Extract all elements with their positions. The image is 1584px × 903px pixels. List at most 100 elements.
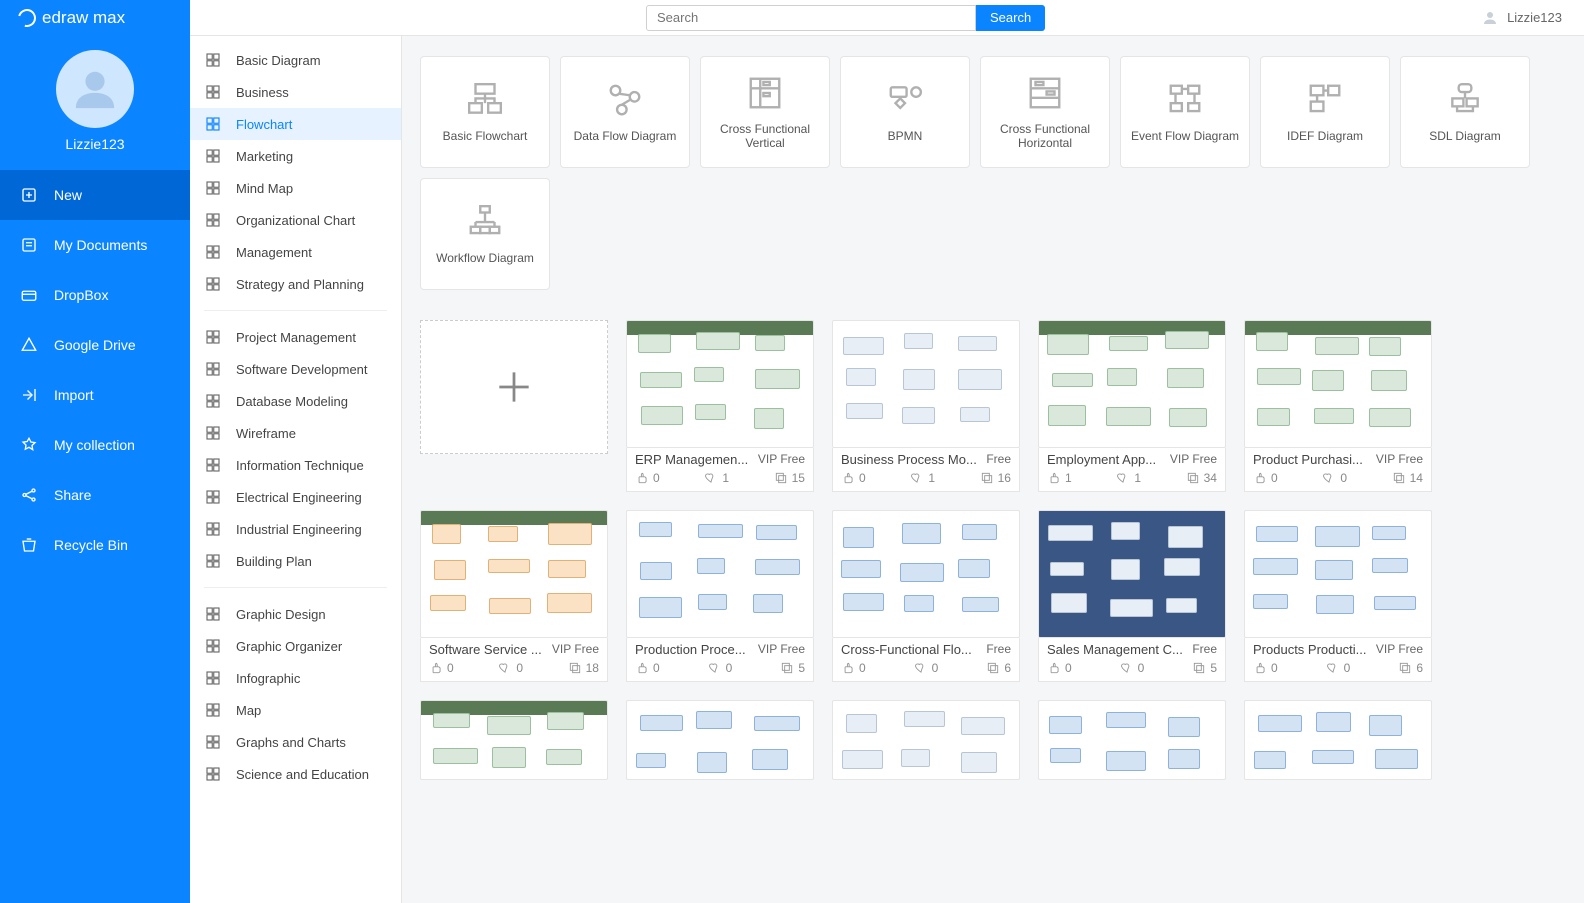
favorite-button[interactable]: 0 (1326, 661, 1351, 675)
nav-label: Import (54, 387, 94, 403)
category-science-and-education[interactable]: Science and Education (190, 758, 401, 790)
category-graphic-design[interactable]: Graphic Design (190, 598, 401, 630)
like-button[interactable]: 0 (635, 471, 660, 485)
category-graphic-organizer[interactable]: Graphic Organizer (190, 630, 401, 662)
category-project-management[interactable]: Project Management (190, 321, 401, 353)
diagram-type-cross-functional-vertical[interactable]: Cross Functional Vertical (700, 56, 830, 168)
template-thumbnail[interactable] (420, 510, 608, 638)
nav-dropbox[interactable]: DropBox (0, 270, 190, 320)
copy-button[interactable]: 5 (1192, 661, 1217, 675)
new-blank-button[interactable] (420, 320, 608, 454)
category-label: Graphic Organizer (236, 639, 342, 654)
like-button[interactable]: 0 (1253, 471, 1278, 485)
diagram-type-cross-functional-horizontal[interactable]: Cross Functional Horizontal (980, 56, 1110, 168)
category-infographic[interactable]: Infographic (190, 662, 401, 694)
nav-icon (20, 286, 38, 304)
category-mind-map[interactable]: Mind Map (190, 172, 401, 204)
template-thumbnail[interactable] (1038, 700, 1226, 780)
category-building-plan[interactable]: Building Plan (190, 545, 401, 577)
nav-my-collection[interactable]: My collection (0, 420, 190, 470)
template-thumbnail[interactable] (1244, 700, 1432, 780)
like-button[interactable]: 0 (841, 471, 866, 485)
template-thumbnail[interactable] (832, 700, 1020, 780)
category-industrial-engineering[interactable]: Industrial Engineering (190, 513, 401, 545)
thumbs-up-icon (635, 471, 649, 485)
category-icon (204, 765, 222, 783)
category-database-modeling[interactable]: Database Modeling (190, 385, 401, 417)
diagram-type-event-flow-diagram[interactable]: Event Flow Diagram (1120, 56, 1250, 168)
diagram-type-label: SDL Diagram (1429, 129, 1501, 143)
copy-button[interactable]: 18 (568, 661, 599, 675)
diagram-type-bpmn[interactable]: BPMN (840, 56, 970, 168)
copy-button[interactable]: 5 (780, 661, 805, 675)
template-title: Cross-Functional Flo... (841, 642, 980, 657)
like-button[interactable]: 0 (1047, 661, 1072, 675)
diagram-type-label: Workflow Diagram (436, 251, 534, 265)
category-map[interactable]: Map (190, 694, 401, 726)
diagram-type-idef-diagram[interactable]: IDEF Diagram (1260, 56, 1390, 168)
user-area[interactable]: Lizzie123 (1481, 9, 1562, 27)
template-thumbnail[interactable] (626, 510, 814, 638)
template-info: Product Purchasi... VIP Free 0 0 14 (1244, 448, 1432, 492)
category-marketing[interactable]: Marketing (190, 140, 401, 172)
like-button[interactable]: 0 (635, 661, 660, 675)
app-logo[interactable]: edraw max (0, 0, 190, 36)
template-thumbnail[interactable] (832, 320, 1020, 448)
search-input[interactable] (646, 5, 976, 31)
category-business[interactable]: Business (190, 76, 401, 108)
diagram-type-sdl-diagram[interactable]: SDL Diagram (1400, 56, 1530, 168)
category-wireframe[interactable]: Wireframe (190, 417, 401, 449)
favorite-button[interactable]: 0 (1322, 471, 1347, 485)
favorite-button[interactable]: 0 (914, 661, 939, 675)
template-thumbnail[interactable] (626, 320, 814, 448)
template-card: Business Process Mo... Free 0 1 16 (832, 320, 1020, 492)
favorite-button[interactable]: 0 (708, 661, 733, 675)
category-software-development[interactable]: Software Development (190, 353, 401, 385)
category-basic-diagram[interactable]: Basic Diagram (190, 44, 401, 76)
favorite-button[interactable]: 1 (1116, 471, 1141, 485)
diagram-type-basic-flowchart[interactable]: Basic Flowchart (420, 56, 550, 168)
search-button[interactable]: Search (976, 5, 1045, 31)
like-button[interactable]: 1 (1047, 471, 1072, 485)
template-thumbnail[interactable] (1244, 320, 1432, 448)
favorite-count: 0 (1340, 471, 1347, 485)
profile-avatar[interactable] (56, 50, 134, 128)
category-graphs-and-charts[interactable]: Graphs and Charts (190, 726, 401, 758)
diagram-type-data-flow-diagram[interactable]: Data Flow Diagram (560, 56, 690, 168)
nav-new[interactable]: New (0, 170, 190, 220)
template-thumbnail[interactable] (832, 510, 1020, 638)
copy-button[interactable]: 6 (986, 661, 1011, 675)
nav-google-drive[interactable]: Google Drive (0, 320, 190, 370)
template-thumbnail[interactable] (420, 700, 608, 780)
template-thumbnail[interactable] (626, 700, 814, 780)
category-management[interactable]: Management (190, 236, 401, 268)
like-button[interactable]: 0 (429, 661, 454, 675)
nav-share[interactable]: Share (0, 470, 190, 520)
copy-button[interactable]: 14 (1392, 471, 1423, 485)
copy-button[interactable]: 6 (1398, 661, 1423, 675)
diagram-type-workflow-diagram[interactable]: Workflow Diagram (420, 178, 550, 290)
template-thumbnail[interactable] (1038, 320, 1226, 448)
heart-icon (910, 471, 924, 485)
favorite-button[interactable]: 0 (498, 661, 523, 675)
favorite-button[interactable]: 0 (1120, 661, 1145, 675)
copy-button[interactable]: 16 (980, 471, 1011, 485)
copy-button[interactable]: 15 (774, 471, 805, 485)
plus-icon (492, 365, 536, 409)
nav-import[interactable]: Import (0, 370, 190, 420)
category-strategy-and-planning[interactable]: Strategy and Planning (190, 268, 401, 300)
category-electrical-engineering[interactable]: Electrical Engineering (190, 481, 401, 513)
favorite-button[interactable]: 1 (704, 471, 729, 485)
category-flowchart[interactable]: Flowchart (190, 108, 401, 140)
copy-icon (568, 661, 582, 675)
copy-button[interactable]: 34 (1186, 471, 1217, 485)
like-button[interactable]: 0 (1253, 661, 1278, 675)
like-button[interactable]: 0 (841, 661, 866, 675)
category-organizational-chart[interactable]: Organizational Chart (190, 204, 401, 236)
template-thumbnail[interactable] (1244, 510, 1432, 638)
template-thumbnail[interactable] (1038, 510, 1226, 638)
favorite-button[interactable]: 1 (910, 471, 935, 485)
nav-my-documents[interactable]: My Documents (0, 220, 190, 270)
nav-recycle-bin[interactable]: Recycle Bin (0, 520, 190, 570)
category-information-technique[interactable]: Information Technique (190, 449, 401, 481)
